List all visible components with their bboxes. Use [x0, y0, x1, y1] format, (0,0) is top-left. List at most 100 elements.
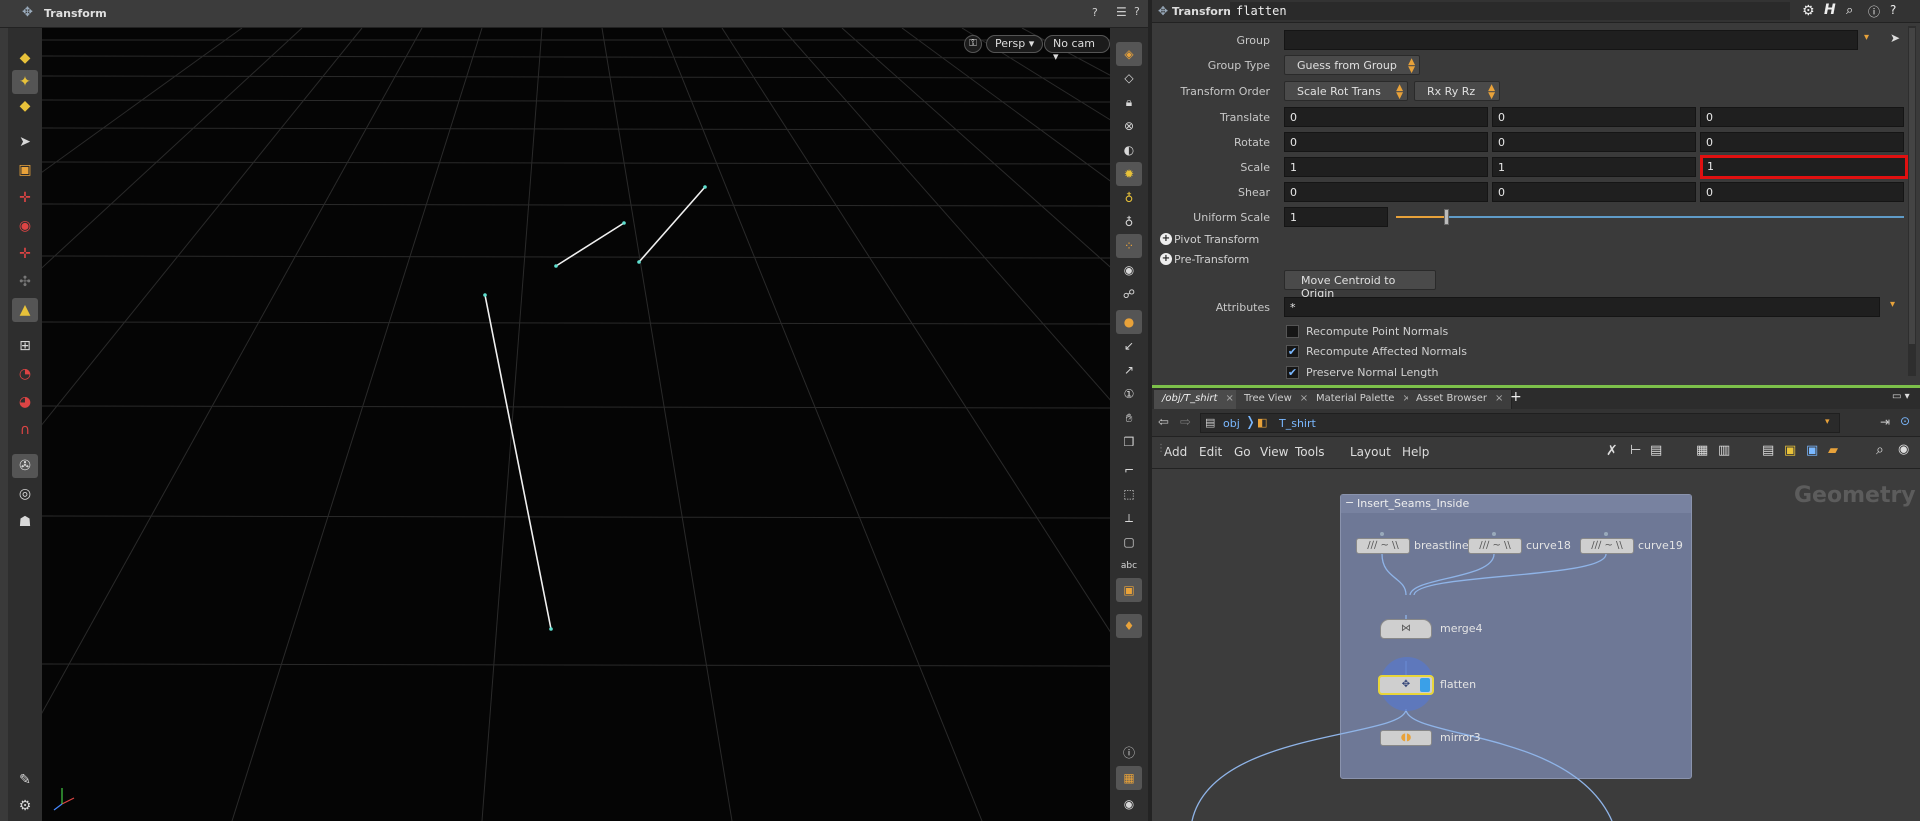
parameter-icon[interactable]: ▤ — [1762, 443, 1774, 458]
info-icon[interactable]: ⓘ — [1116, 740, 1142, 764]
square-icon[interactable]: ▢ — [1116, 530, 1142, 554]
parameter-scrollbar[interactable] — [1908, 26, 1916, 376]
menu-tools[interactable]: Tools — [1295, 445, 1325, 459]
help-icon[interactable]: ? — [1134, 5, 1140, 18]
tree-icon[interactable]: ⊢ — [1630, 443, 1641, 458]
recompute-affected-normals-checkbox[interactable]: ✔ — [1286, 345, 1299, 358]
3d-viewport[interactable]: ⚿ Persp ▾ No cam ▾ — [42, 28, 1110, 821]
bulb-outline-icon[interactable]: ♁ — [1116, 210, 1142, 234]
folder-icon[interactable]: ▰ — [1828, 443, 1838, 458]
display-options-icon[interactable]: ☰ — [1116, 5, 1127, 19]
display-points-icon[interactable]: ⁘ — [1116, 234, 1142, 258]
connect-icon[interactable]: ⟂ — [1116, 506, 1142, 530]
list-view-icon[interactable]: ▥ — [1718, 443, 1730, 458]
close-circle-icon[interactable]: ⊗ — [1116, 114, 1142, 138]
rotate-z-field[interactable]: 0 — [1700, 132, 1904, 152]
users-icon[interactable]: ☍ — [1116, 282, 1142, 306]
close-icon[interactable]: × — [1225, 393, 1233, 404]
tab-tree-view[interactable]: Tree View × — [1236, 390, 1318, 409]
link-icon[interactable]: ⊙ — [1900, 414, 1910, 428]
sticky-note-icon[interactable]: ▣ — [1784, 443, 1796, 458]
shear-x-field[interactable]: 0 — [1284, 182, 1488, 202]
path-child[interactable]: T_shirt — [1279, 417, 1316, 430]
image-icon[interactable]: ▣ — [1806, 443, 1818, 458]
display-wire-icon[interactable]: ◇ — [1116, 66, 1142, 90]
menu-add[interactable]: Add — [1164, 445, 1187, 459]
parameter-scrollbar-thumb[interactable] — [1909, 28, 1915, 344]
display-flag-icon[interactable] — [1420, 678, 1430, 692]
back-arrow-icon[interactable]: ⇦ — [1158, 415, 1169, 430]
snap-curve-icon[interactable]: ◔ — [12, 362, 38, 386]
node-curve19[interactable]: /∕∕ ~ \\ — [1580, 538, 1634, 554]
forward-arrow-icon[interactable]: ⇨ — [1180, 415, 1191, 430]
menu-help[interactable]: Help — [1402, 445, 1429, 459]
menu-edit[interactable]: Edit — [1199, 445, 1222, 459]
uniform-scale-slider[interactable] — [1396, 209, 1904, 225]
magnet-icon[interactable]: ∩ — [12, 418, 38, 442]
recompute-point-normals-checkbox[interactable] — [1286, 325, 1299, 338]
translate-x-field[interactable]: 0 — [1284, 107, 1488, 127]
bulb-icon[interactable]: ♁ — [1116, 186, 1142, 210]
pivot-transform-expand-icon[interactable]: + — [1160, 233, 1172, 245]
scale-y-field[interactable]: 1 — [1492, 157, 1696, 177]
node-merge4[interactable]: ⋈ — [1380, 619, 1432, 639]
tab-material-palette[interactable]: Material Palette × — [1308, 390, 1420, 409]
attributes-field[interactable]: * — [1284, 297, 1880, 317]
menu-layout[interactable]: Layout — [1350, 445, 1391, 459]
brush-icon[interactable]: ✎ — [12, 768, 38, 792]
path-field[interactable]: ▤ obj ❭ ◧ T_shirt ▾ — [1200, 413, 1840, 433]
uniform-scale-field[interactable]: 1 — [1284, 207, 1388, 227]
group-dropdown-icon[interactable]: ▾ — [1864, 32, 1869, 43]
group-field[interactable] — [1284, 30, 1858, 50]
lock-select-icon[interactable]: ▣ — [12, 158, 38, 182]
node-name-field[interactable]: flatten — [1230, 2, 1790, 20]
pivot-tool-icon[interactable]: ✣ — [12, 270, 38, 294]
move-centroid-button[interactable]: Move Centroid to Origin — [1284, 270, 1436, 300]
rotate-y-field[interactable]: 0 — [1492, 132, 1696, 152]
camera-icon[interactable]: ☗ — [12, 510, 38, 534]
path-dropdown-icon[interactable]: ▾ — [1825, 417, 1830, 427]
point-number-icon[interactable]: ● — [1116, 310, 1142, 334]
tab-network[interactable]: /obj/T_shirt × — [1154, 390, 1243, 409]
vector-icon[interactable]: ↗ — [1116, 358, 1142, 382]
display-options-icon[interactable]: ? — [1092, 6, 1098, 19]
path-root[interactable]: obj — [1223, 417, 1240, 430]
camera-menu[interactable]: No cam ▾ — [1044, 35, 1110, 63]
help-icon[interactable]: ? — [1890, 3, 1896, 17]
select-cursor-icon[interactable]: ➤ — [1890, 31, 1900, 45]
cube-icon[interactable]: ❒ — [1116, 430, 1142, 454]
node-flatten[interactable]: ✥ — [1378, 675, 1434, 695]
menu-view[interactable]: View — [1260, 445, 1288, 459]
node-curve18[interactable]: /∕∕ ~ \\ — [1468, 538, 1522, 554]
marker-icon[interactable]: ♦ — [1116, 614, 1142, 638]
rotate-x-field[interactable]: 0 — [1284, 132, 1488, 152]
lock-icon[interactable]: 🔒︎ — [1116, 90, 1142, 114]
text-abc-icon[interactable]: abc — [1116, 554, 1142, 578]
scale-x-field[interactable]: 1 — [1284, 157, 1488, 177]
view-tool-icon[interactable]: ✇ — [12, 454, 38, 478]
search-icon[interactable]: ⌕ — [1846, 3, 1853, 18]
pre-transform-expand-icon[interactable]: + — [1160, 253, 1172, 265]
group-type-menu[interactable]: Guess from Group ▲ ▼ — [1284, 55, 1420, 75]
display-shaded-icon[interactable]: ◈ — [1116, 42, 1142, 66]
close-icon[interactable]: × — [1495, 393, 1503, 404]
eye-icon[interactable]: ◉ — [1116, 258, 1142, 282]
ghost-icon[interactable]: ◐ — [1116, 138, 1142, 162]
translate-y-field[interactable]: 0 — [1492, 107, 1696, 127]
pivot-transform-label[interactable]: Pivot Transform — [1174, 233, 1259, 246]
shear-y-field[interactable]: 0 — [1492, 182, 1696, 202]
grid-layout-icon[interactable]: ▦ — [1116, 766, 1142, 790]
snap-point-icon[interactable]: ◕ — [12, 390, 38, 414]
tab-asset-browser[interactable]: Asset Browser × — [1408, 390, 1513, 409]
rotate-tool-icon[interactable]: ◉ — [12, 214, 38, 238]
preserve-normal-length-checkbox[interactable]: ✔ — [1286, 366, 1299, 379]
render-region-icon[interactable]: ◎ — [12, 482, 38, 506]
transform-mode-icon[interactable]: ✦ — [12, 70, 38, 94]
search-icon[interactable]: ⌕ — [1876, 442, 1884, 458]
viewport-lock-icon[interactable]: ⚿ — [964, 35, 982, 53]
rotate-order-menu[interactable]: Rx Ry Rz ▲ ▼ — [1414, 81, 1500, 101]
list-icon[interactable]: ▤ — [1650, 443, 1662, 458]
uniform-scale-slider-handle[interactable] — [1444, 209, 1449, 225]
close-icon[interactable]: × — [1300, 393, 1308, 404]
houdini-h-icon[interactable]: H — [1824, 2, 1836, 18]
